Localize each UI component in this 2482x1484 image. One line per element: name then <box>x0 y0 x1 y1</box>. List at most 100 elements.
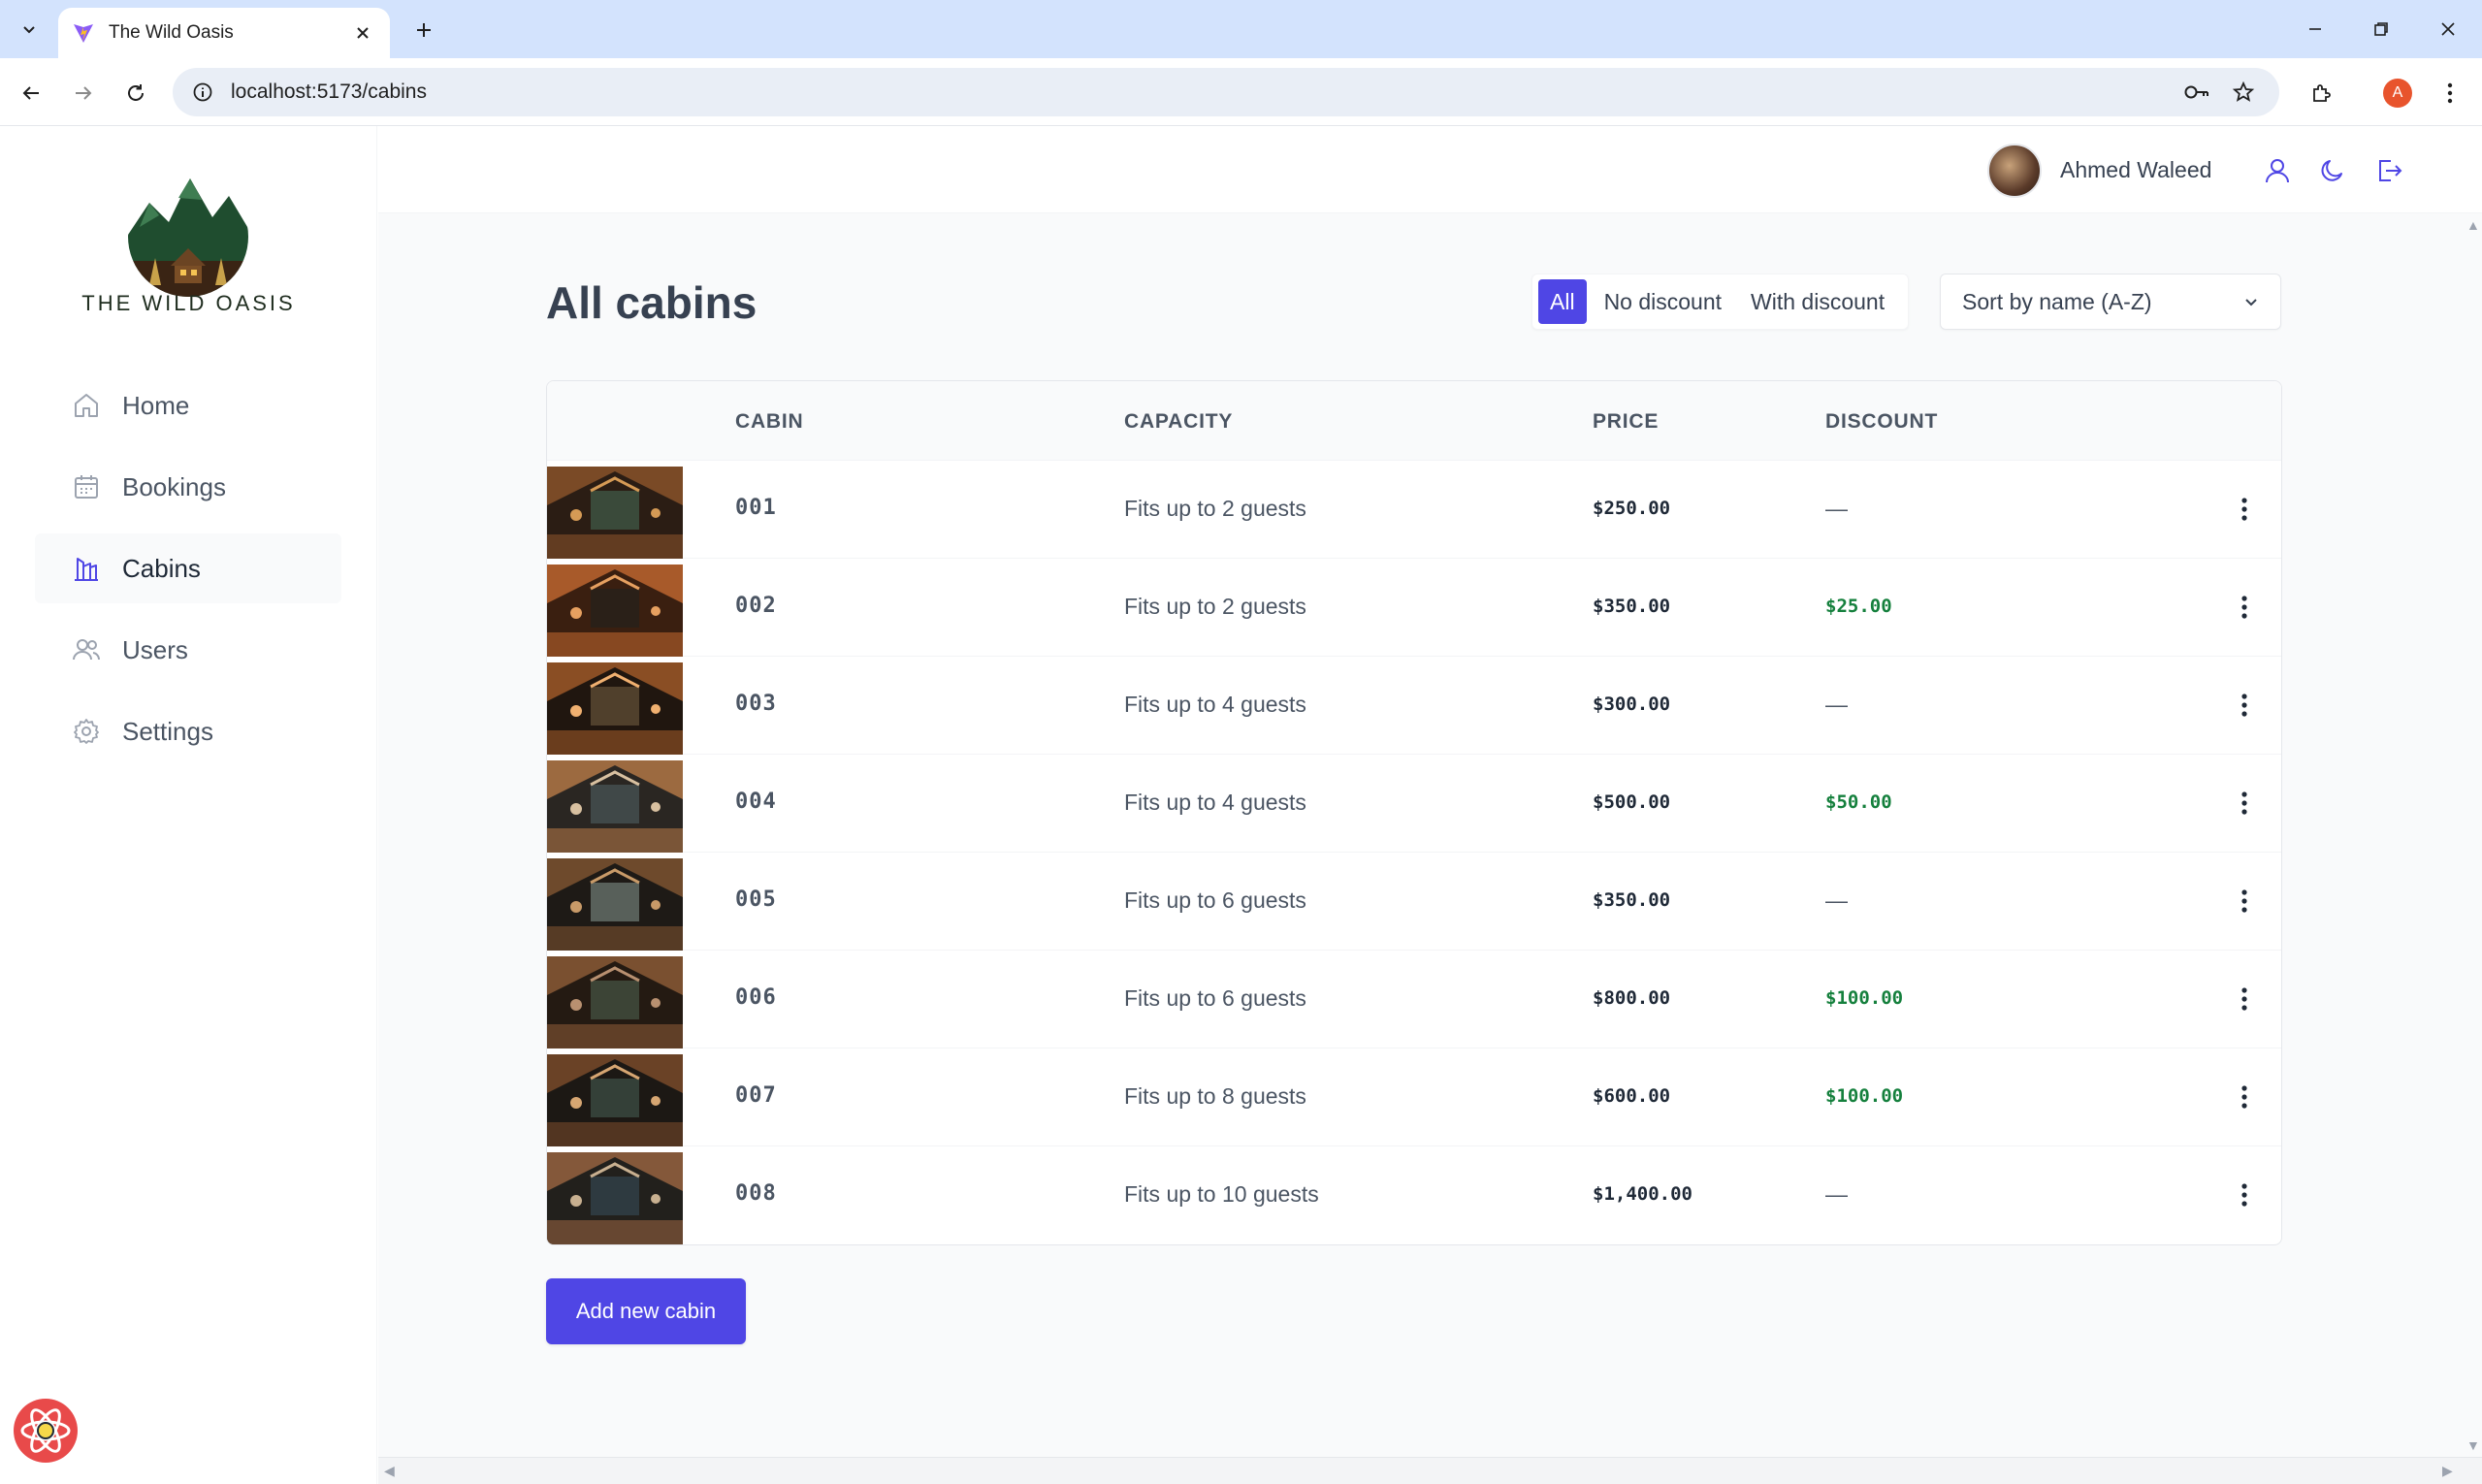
chevron-down-icon <box>23 26 35 34</box>
site-info-icon[interactable] <box>192 81 213 103</box>
cabin-discount: $25.00 <box>1825 596 1892 617</box>
cabin-thumbnail <box>547 760 683 853</box>
cabin-price: $800.00 <box>1593 987 1671 1009</box>
table-row: 007 Fits up to 8 guests $600.00 $100.00 <box>547 1048 2281 1146</box>
account-button[interactable] <box>2258 151 2297 190</box>
cabin-discount: — <box>1825 887 1848 913</box>
browser-tab-bar: The Wild Oasis <box>0 0 2482 58</box>
column-header-cabin: CABIN <box>735 410 804 433</box>
user-name: Ahmed Waleed <box>2060 157 2212 182</box>
profile-button[interactable]: A <box>2379 75 2416 112</box>
cabin-price: $600.00 <box>1593 1085 1671 1107</box>
cabin-name: 006 <box>735 985 777 1010</box>
sidebar-item-cabins[interactable]: Cabins <box>35 533 341 603</box>
vertical-dots-icon <box>2241 596 2247 619</box>
arrow-right-icon <box>76 86 92 100</box>
sidebar-item-label: Users <box>122 634 188 664</box>
cabin-capacity: Fits up to 4 guests <box>1124 790 1306 815</box>
vertical-dots-icon <box>2241 987 2247 1011</box>
cabin-discount: — <box>1825 1181 1848 1207</box>
row-menu-button[interactable] <box>2225 490 2264 529</box>
profile-avatar: A <box>2383 79 2412 108</box>
close-tab-icon[interactable] <box>349 19 376 47</box>
user-icon <box>2266 159 2289 183</box>
column-header-capacity: CAPACITY <box>1124 410 1234 433</box>
home-icon <box>70 389 103 422</box>
main-content: All cabins All No discount With discount… <box>378 213 2463 1457</box>
sort-selected-value: Sort by name (A-Z) <box>1962 288 2152 314</box>
cabin-discount: — <box>1825 692 1848 717</box>
avatar <box>1987 144 2042 198</box>
url-text[interactable]: localhost:5173/cabins <box>231 81 2167 104</box>
logout-button[interactable] <box>2369 151 2408 190</box>
row-menu-button[interactable] <box>2225 588 2264 627</box>
wild-oasis-logo <box>120 169 256 305</box>
sidebar: THE WILD OASIS Home Bookings Cabins User… <box>0 126 377 1484</box>
table-body: 001 Fits up to 2 guests $250.00 — 002 Fi… <box>547 461 2281 1244</box>
sidebar-item-bookings[interactable]: Bookings <box>35 452 341 522</box>
extensions-button[interactable] <box>2303 75 2339 112</box>
sidebar-item-users[interactable]: Users <box>35 615 341 685</box>
table-row: 004 Fits up to 4 guests $500.00 $50.00 <box>547 755 2281 853</box>
vertical-dots-icon <box>2241 694 2247 717</box>
back-button[interactable] <box>14 76 48 111</box>
reload-button[interactable] <box>118 76 153 111</box>
cabin-name: 008 <box>735 1181 777 1206</box>
minimize-window-button[interactable] <box>2288 10 2342 48</box>
vertical-dots-icon <box>2241 1183 2247 1207</box>
arrow-left-icon <box>22 86 39 100</box>
address-bar[interactable]: localhost:5173/cabins <box>173 68 2279 116</box>
row-menu-button[interactable] <box>2225 980 2264 1018</box>
filter-with-discount-button[interactable]: With discount <box>1739 279 1896 324</box>
react-query-devtools-button[interactable] <box>14 1399 78 1463</box>
plus-icon <box>417 23 431 37</box>
cabins-icon <box>70 552 103 585</box>
close-window-button[interactable] <box>2421 10 2475 48</box>
table-row: 001 Fits up to 2 guests $250.00 — <box>547 461 2281 559</box>
moon-icon <box>2321 160 2342 181</box>
browser-toolbar: localhost:5173/cabins A <box>0 58 2482 126</box>
discount-filter: All No discount With discount <box>1531 274 1910 330</box>
sidebar-item-settings[interactable]: Settings <box>35 696 341 766</box>
cabin-capacity: Fits up to 2 guests <box>1124 496 1306 521</box>
tab-search-button[interactable] <box>14 14 45 45</box>
cabin-price: $350.00 <box>1593 596 1671 617</box>
password-key-icon[interactable] <box>2180 76 2213 109</box>
new-tab-button[interactable] <box>407 14 440 47</box>
row-menu-button[interactable] <box>2225 784 2264 823</box>
cabin-discount: $100.00 <box>1825 1085 1904 1107</box>
browser-menu-button[interactable] <box>2432 75 2468 112</box>
browser-tab[interactable]: The Wild Oasis <box>58 8 390 58</box>
sort-select[interactable]: Sort by name (A-Z) <box>1940 274 2281 330</box>
horizontal-scrollbar[interactable]: ◀ ▶ <box>378 1457 2482 1484</box>
cabin-capacity: Fits up to 4 guests <box>1124 692 1306 717</box>
cabin-name: 007 <box>735 1083 777 1108</box>
add-new-cabin-button[interactable]: Add new cabin <box>546 1278 746 1344</box>
filter-no-discount-button[interactable]: No discount <box>1593 279 1733 324</box>
restore-window-button[interactable] <box>2354 10 2408 48</box>
row-menu-button[interactable] <box>2225 1176 2264 1214</box>
row-menu-button[interactable] <box>2225 882 2264 920</box>
filter-all-button[interactable]: All <box>1538 279 1587 324</box>
cabin-name: 002 <box>735 594 777 618</box>
cabin-capacity: Fits up to 6 guests <box>1124 887 1306 913</box>
minimize-icon <box>2309 28 2321 30</box>
app-header: Ahmed Waleed <box>378 126 2482 213</box>
logout-icon <box>2379 160 2402 181</box>
row-menu-button[interactable] <box>2225 1078 2264 1116</box>
vite-favicon-icon <box>74 24 93 43</box>
bookmark-star-icon[interactable] <box>2227 76 2260 109</box>
table-header: CABIN CAPACITY PRICE DISCOUNT <box>547 381 2281 461</box>
sidebar-item-label: Bookings <box>122 471 226 501</box>
column-header-discount: DISCOUNT <box>1825 410 1939 433</box>
sidebar-item-home[interactable]: Home <box>35 371 341 440</box>
sidebar-item-label: Settings <box>122 716 213 746</box>
table-row: 003 Fits up to 4 guests $300.00 — <box>547 657 2281 755</box>
cabin-discount: $50.00 <box>1825 791 1892 813</box>
restore-icon <box>2374 22 2388 36</box>
row-menu-button[interactable] <box>2225 686 2264 725</box>
cabin-name: 001 <box>735 496 777 520</box>
forward-button[interactable] <box>66 76 101 111</box>
dark-mode-toggle[interactable] <box>2313 151 2352 190</box>
vertical-scrollbar[interactable]: ▲ ▼ <box>2463 213 2482 1457</box>
